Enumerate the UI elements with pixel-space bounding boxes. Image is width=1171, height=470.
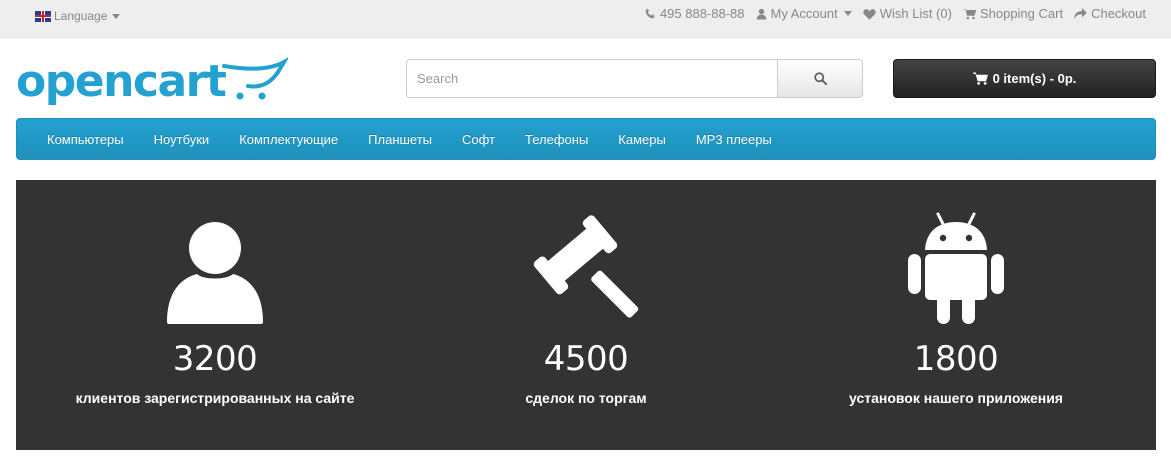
shopping-cart-label: Shopping Cart — [979, 6, 1064, 21]
logo-text: opencart — [16, 56, 227, 107]
search-button[interactable] — [778, 59, 863, 98]
caret-down-icon — [843, 11, 852, 16]
checkout-label: Checkout — [1091, 6, 1146, 21]
menu-item-tablets[interactable]: Планшеты — [353, 132, 447, 147]
menu-item-computers[interactable]: Компьютеры — [32, 132, 139, 147]
stat-label: сделок по торгам — [525, 390, 647, 406]
menu-item-mp3-players[interactable]: MP3 плееры — [681, 132, 787, 147]
wish-list-link[interactable]: Wish List (0) — [863, 6, 952, 21]
menu-item-components[interactable]: Комплектующие — [224, 132, 353, 147]
cart-total: 0 item(s) - 0р. — [992, 71, 1077, 86]
phone-number: 495 888-88-88 — [659, 6, 745, 21]
language-dropdown[interactable]: Language — [35, 9, 121, 23]
stat-label: клиентов зарегистрированных на сайте — [75, 390, 355, 406]
stats-banner: 3200 клиентов зарегистрированных на сайт… — [16, 180, 1156, 450]
share-icon — [1074, 8, 1087, 19]
opencart-logo[interactable]: opencart — [16, 56, 288, 108]
wish-list-label: Wish List (0) — [879, 6, 952, 21]
top-bar: Language 495 888-88-88 My Account Wish L… — [0, 0, 1171, 38]
phone-icon — [645, 8, 655, 19]
search-icon — [813, 72, 827, 85]
menu-item-cameras[interactable]: Камеры — [603, 132, 681, 147]
gavel-icon — [533, 215, 639, 318]
phone-link[interactable]: 495 888-88-88 — [645, 6, 745, 21]
caret-down-icon — [112, 13, 121, 19]
user-small-icon — [756, 8, 766, 19]
shopping-cart-link[interactable]: Shopping Cart — [962, 6, 1064, 21]
stat-users: 3200 клиентов зарегистрированных на сайт… — [25, 180, 405, 450]
top-links: 495 888-88-88 My Account Wish List (0) S… — [645, 6, 1146, 21]
checkout-link[interactable]: Checkout — [1074, 6, 1146, 21]
user-icon — [167, 222, 263, 324]
category-menu: Компьютеры Ноутбуки Комплектующие Планше… — [16, 118, 1156, 160]
stat-auctions: 4500 сделок по торгам — [396, 180, 776, 450]
android-icon — [908, 212, 1004, 324]
cart-button[interactable]: 0 item(s) - 0р. — [893, 59, 1156, 98]
my-account-label: My Account — [770, 6, 838, 21]
cart-icon — [972, 72, 988, 85]
uk-flag-icon — [35, 10, 51, 22]
heart-icon — [863, 8, 876, 20]
stat-label: установок нашего приложения — [849, 390, 1063, 406]
search-input[interactable] — [406, 59, 778, 98]
search-box — [406, 59, 863, 98]
cart-small-icon — [962, 8, 976, 19]
menu-item-laptops[interactable]: Ноутбуки — [139, 132, 225, 147]
logo-cart-icon — [222, 57, 288, 100]
my-account-dropdown[interactable]: My Account — [756, 6, 852, 21]
language-label: Language — [54, 9, 108, 23]
menu-item-phones[interactable]: Телефоны — [510, 132, 603, 147]
stat-value: 1800 — [913, 339, 999, 379]
menu-item-software[interactable]: Софт — [447, 132, 510, 147]
stat-value: 4500 — [543, 339, 629, 379]
stat-value: 3200 — [172, 339, 258, 379]
stat-app-installs: 1800 установок нашего приложения — [766, 180, 1146, 450]
